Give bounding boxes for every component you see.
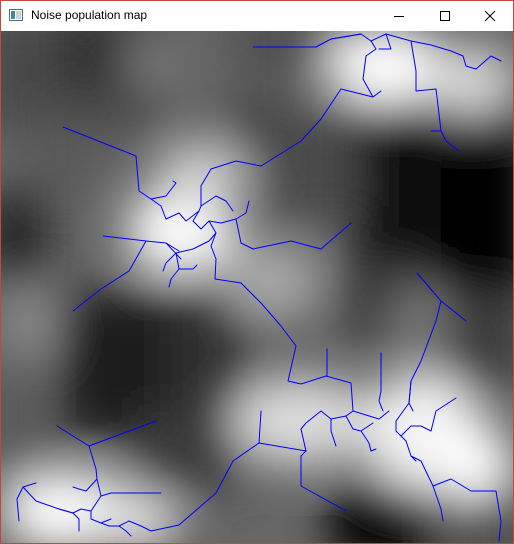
maximize-icon [440,11,450,21]
maximize-button[interactable] [422,1,468,31]
title-bar[interactable]: Noise population map [1,1,513,31]
window-title: Noise population map [31,8,148,22]
minimize-icon [394,16,404,17]
noise-population-map [1,31,513,543]
close-button[interactable] [467,1,513,31]
minimize-button[interactable] [376,1,422,31]
close-icon [484,10,496,22]
app-icon [9,9,23,21]
app-window: Noise population map [0,0,514,544]
map-canvas[interactable] [1,31,513,543]
